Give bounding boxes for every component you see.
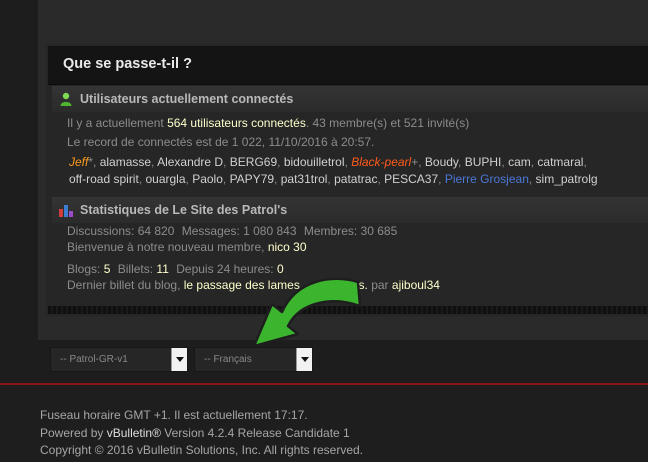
online-user-link[interactable]: Alexandre D [157, 155, 223, 169]
last24-label: Depuis 24 heures: [176, 262, 274, 276]
last24-value[interactable]: 0 [277, 262, 284, 276]
online-user-link[interactable]: BERG69 [230, 155, 277, 169]
chevron-down-icon[interactable] [296, 348, 312, 371]
powered-suffix: Version 4.2.4 Release Candidate 1 [164, 426, 350, 440]
style-chooser-select[interactable]: -- Patrol-GR-v1 [50, 347, 188, 372]
welcome-prefix: Bienvenue à notre nouveau membre, [67, 240, 265, 254]
user-separator: , [277, 155, 284, 169]
blogs-value[interactable]: 5 [104, 262, 111, 276]
online-user-link[interactable]: Boudy [425, 155, 458, 169]
stats-counts-line: Discussions: 64 820 Messages: 1 080 843 … [67, 224, 397, 238]
messages-value: 1 080 843 [243, 224, 297, 238]
members-value: 30 685 [360, 224, 398, 238]
online-users-title[interactable]: Utilisateurs actuellement connectés [80, 92, 293, 106]
online-count-prefix: Il y a actuellement [67, 116, 164, 130]
wgo-title: Que se passe-t-il ? [63, 56, 192, 72]
online-user-link[interactable]: pat31trol [281, 172, 328, 186]
online-user-link[interactable]: ouargla [145, 172, 185, 186]
stats-title: Statistiques de Le Site des Patrol's [80, 203, 288, 217]
online-users-row: off-road spirit, ouargla, Paolo, PAPY79,… [69, 172, 598, 186]
blog-stats-line: Blogs: 5 Billets: 11 Depuis 24 heures: 0 [67, 262, 284, 276]
footer-powered-by: Powered by vBulletin® Version 4.2.4 Rele… [40, 426, 350, 440]
powered-prefix: Powered by [40, 426, 104, 440]
online-user-link[interactable]: alamasse [100, 155, 151, 169]
user-separator: , [274, 172, 281, 186]
green-arrow-icon [252, 277, 362, 348]
online-user-link[interactable]: bidouilletrol [284, 155, 345, 169]
online-user-link[interactable]: cam [508, 155, 531, 169]
user-separator: *, [88, 155, 100, 169]
chart-icon [59, 205, 73, 217]
blogs-label: Blogs: [67, 262, 101, 276]
user-separator: , [223, 155, 230, 169]
welcome-line: Bienvenue à notre nouveau membre, nico 3… [67, 240, 307, 254]
entries-value[interactable]: 11 [156, 262, 168, 276]
online-count-suffix: . 43 membre(s) et 521 invité(s) [305, 116, 470, 130]
online-count-link[interactable]: 564 utilisateurs connectés [167, 116, 306, 130]
discussions-value: 64 820 [137, 224, 175, 238]
messages-label: Messages: [181, 224, 240, 238]
members-label: Membres: [303, 224, 358, 238]
last-blog-prefix: Dernier billet du blog, [67, 278, 181, 292]
online-user-link[interactable]: PAPY79 [230, 172, 274, 186]
online-user-link[interactable]: Jeff [69, 155, 88, 169]
chevron-down-icon[interactable] [171, 348, 187, 371]
user-separator: , [528, 172, 536, 186]
user-separator: , [458, 155, 465, 169]
online-user-link[interactable]: Black-pearl [351, 155, 411, 169]
user-separator: , [222, 172, 230, 186]
footer-timezone: Fuseau horaire GMT +1. Il est actuelleme… [40, 408, 308, 422]
online-user-link[interactable]: PESCA37 [384, 172, 438, 186]
footer-copyright: Copyright © 2016 vBulletin Solutions, In… [40, 443, 364, 457]
online-user-link[interactable]: Paolo [192, 172, 223, 186]
user-separator: , [583, 155, 587, 169]
last-blog-by: par [371, 278, 389, 292]
language-chooser-value: -- Français [204, 354, 252, 365]
entries-label: Billets: [117, 262, 154, 276]
newest-member-link[interactable]: nico 30 [268, 240, 307, 254]
online-count-line: Il y a actuellement 564 utilisateurs con… [67, 116, 469, 130]
online-user-link[interactable]: Pierre Grosjean [445, 172, 529, 186]
powered-brand-link[interactable]: vBulletin® [107, 426, 161, 440]
online-user-link[interactable]: sim_patrolg [536, 172, 598, 186]
discussions-label: Discussions: [67, 224, 135, 238]
online-user-link[interactable]: patatrac [334, 172, 377, 186]
user-separator: , [438, 172, 445, 186]
online-user-link[interactable]: catmaral [537, 155, 583, 169]
online-record: Le record de connectés est de 1 022, 11/… [67, 135, 375, 149]
online-user-link[interactable]: off-road spirit [69, 172, 139, 186]
online-users-row: Jeff*, alamasse, Alexandre D, BERG69, bi… [69, 155, 587, 169]
language-chooser-select[interactable]: -- Français [194, 347, 313, 372]
last-blog-author-link[interactable]: ajiboul34 [392, 278, 440, 292]
online-user-link[interactable]: BUPHI [465, 155, 502, 169]
user-separator: +, [411, 155, 425, 169]
style-chooser-value: -- Patrol-GR-v1 [60, 354, 128, 365]
user-icon [60, 92, 72, 106]
